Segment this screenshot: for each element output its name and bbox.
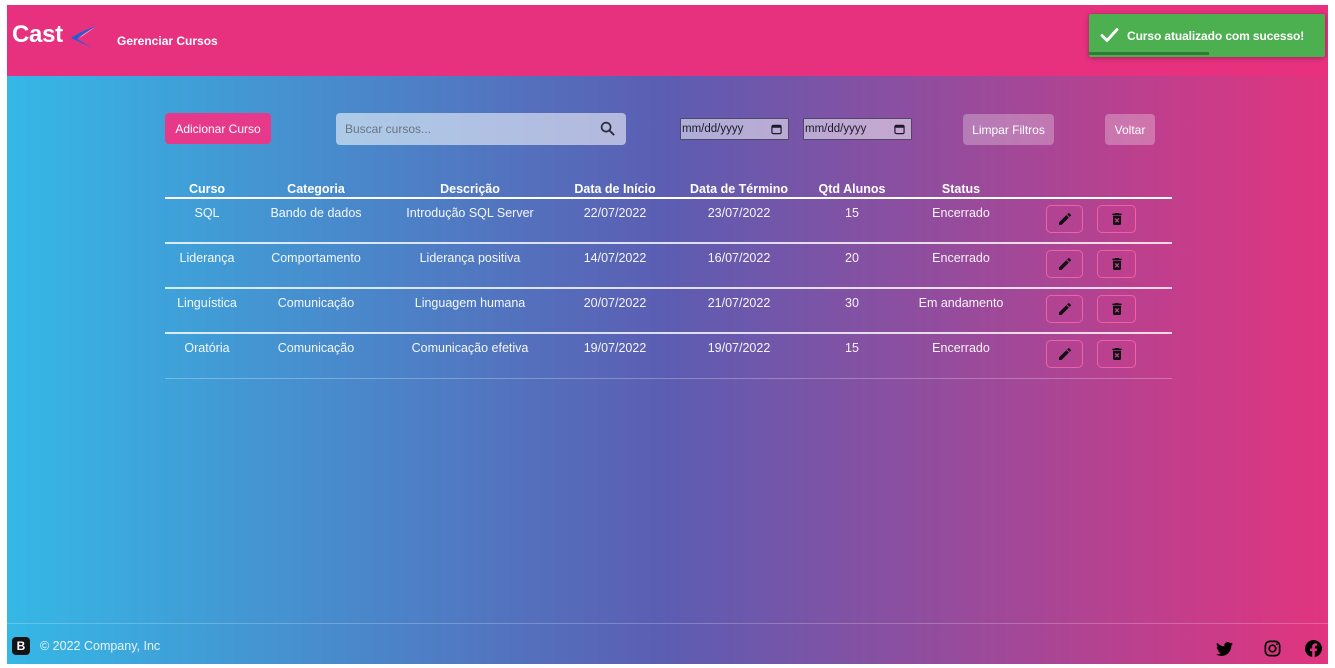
calendar-icon[interactable] <box>771 124 782 135</box>
cell-data-termino: 16/07/2022 <box>707 251 771 265</box>
column-header-qtd-alunos: Qtd Alunos <box>818 182 886 196</box>
cell-data-inicio: 22/07/2022 <box>583 206 647 220</box>
start-date-placeholder: mm/dd/yyyy <box>682 123 744 135</box>
cell-qtd-alunos: 20 <box>845 251 859 265</box>
cell-data-inicio: 14/07/2022 <box>583 251 647 265</box>
cell-status: Encerrado <box>932 206 990 220</box>
pencil-icon <box>1057 211 1073 227</box>
cell-categoria: Comportamento <box>271 251 361 265</box>
delete-button[interactable] <box>1097 250 1136 278</box>
delete-button[interactable] <box>1097 295 1136 323</box>
cell-edit <box>1023 199 1090 242</box>
table-header-row: Curso Categoria Descrição Data de Início… <box>165 178 1172 199</box>
logo-swoosh-icon <box>71 26 97 48</box>
nav-link-gerenciar-cursos[interactable]: Gerenciar Cursos <box>117 34 218 48</box>
cast-logo[interactable]: Cast <box>12 22 102 60</box>
cell-status: Encerrado <box>932 251 990 265</box>
check-icon <box>1100 28 1119 42</box>
cell-data-termino: 23/07/2022 <box>707 206 771 220</box>
column-header-status: Status <box>941 182 981 196</box>
edit-button[interactable] <box>1046 295 1083 323</box>
logo-text: Cast <box>12 21 63 48</box>
end-date-input[interactable]: mm/dd/yyyy <box>803 118 912 140</box>
column-header-data-inicio: Data de Início <box>574 182 656 196</box>
cell-categoria: Comunicação <box>277 341 355 355</box>
search-box <box>336 113 626 145</box>
toast-message: Curso atualizado com sucesso! <box>1127 29 1305 43</box>
cell-edit <box>1023 244 1090 287</box>
cell-qtd-alunos: 15 <box>845 341 859 355</box>
facebook-icon[interactable] <box>1305 640 1322 657</box>
courses-table: Curso Categoria Descrição Data de Início… <box>165 178 1172 379</box>
table-row: Liderança Comportamento Liderança positi… <box>165 244 1172 289</box>
table-row: SQL Bando de dados Introdução SQL Server… <box>165 199 1172 244</box>
column-header-descricao: Descrição <box>440 182 500 196</box>
copyright-text: © 2022 Company, Inc <box>40 639 161 653</box>
cell-curso: SQL <box>194 206 220 220</box>
cell-data-inicio: 19/07/2022 <box>583 341 647 355</box>
clear-filters-button[interactable]: Limpar Filtros <box>963 114 1054 145</box>
twitter-icon[interactable] <box>1216 640 1233 657</box>
cell-delete <box>1090 244 1172 287</box>
search-icon[interactable] <box>600 121 615 136</box>
edit-button[interactable] <box>1046 250 1083 278</box>
cell-descricao: Introdução SQL Server <box>406 206 534 220</box>
delete-button[interactable] <box>1097 340 1136 368</box>
cell-data-termino: 19/07/2022 <box>707 341 771 355</box>
cell-delete <box>1090 289 1172 332</box>
column-header-categoria: Categoria <box>287 182 345 196</box>
delete-button[interactable] <box>1097 205 1136 233</box>
cell-data-inicio: 20/07/2022 <box>583 296 647 310</box>
footer-divider <box>7 623 1328 624</box>
column-header-edit <box>1023 178 1090 197</box>
cell-qtd-alunos: 30 <box>845 296 859 310</box>
start-date-input[interactable]: mm/dd/yyyy <box>680 118 789 140</box>
back-button[interactable]: Voltar <box>1105 114 1155 145</box>
cell-categoria: Comunicação <box>277 296 355 310</box>
cell-curso: Linguística <box>177 296 237 310</box>
pencil-icon <box>1057 301 1073 317</box>
cell-curso: Liderança <box>179 251 235 265</box>
instagram-icon[interactable] <box>1264 640 1281 657</box>
search-input[interactable] <box>336 113 626 145</box>
toast-progress-bar <box>1089 52 1210 55</box>
trash-x-icon <box>1109 346 1125 362</box>
column-header-delete <box>1090 178 1172 197</box>
edit-button[interactable] <box>1046 340 1083 368</box>
success-toast[interactable]: Curso atualizado com sucesso! <box>1089 14 1325 57</box>
cell-status: Em andamento <box>918 296 1004 310</box>
table-row: Linguística Comunicação Linguagem humana… <box>165 289 1172 334</box>
page: Cast Gerenciar Cursos Curso atualizado c… <box>7 5 1328 664</box>
cell-descricao: Liderança positiva <box>419 251 521 265</box>
cell-curso: Oratória <box>184 341 230 355</box>
cell-categoria: Bando de dados <box>270 206 362 220</box>
add-course-button[interactable]: Adicionar Curso <box>165 113 271 144</box>
cell-descricao: Comunicação efetiva <box>411 341 529 355</box>
trash-x-icon <box>1109 256 1125 272</box>
end-date-placeholder: mm/dd/yyyy <box>805 123 867 135</box>
cell-delete <box>1090 334 1172 378</box>
cell-delete <box>1090 199 1172 242</box>
column-header-data-termino: Data de Término <box>690 182 788 196</box>
bootstrap-icon[interactable]: B <box>12 637 30 655</box>
pencil-icon <box>1057 346 1073 362</box>
column-header-curso: Curso <box>188 182 226 196</box>
cell-qtd-alunos: 15 <box>845 206 859 220</box>
cell-data-termino: 21/07/2022 <box>707 296 771 310</box>
trash-x-icon <box>1109 211 1125 227</box>
cell-edit <box>1023 289 1090 332</box>
edit-button[interactable] <box>1046 205 1083 233</box>
cell-status: Encerrado <box>932 341 990 355</box>
table-row: Oratória Comunicação Comunicação efetiva… <box>165 334 1172 379</box>
trash-x-icon <box>1109 301 1125 317</box>
cell-descricao: Linguagem humana <box>414 296 526 310</box>
calendar-icon[interactable] <box>894 124 905 135</box>
cell-edit <box>1023 334 1090 378</box>
pencil-icon <box>1057 256 1073 272</box>
